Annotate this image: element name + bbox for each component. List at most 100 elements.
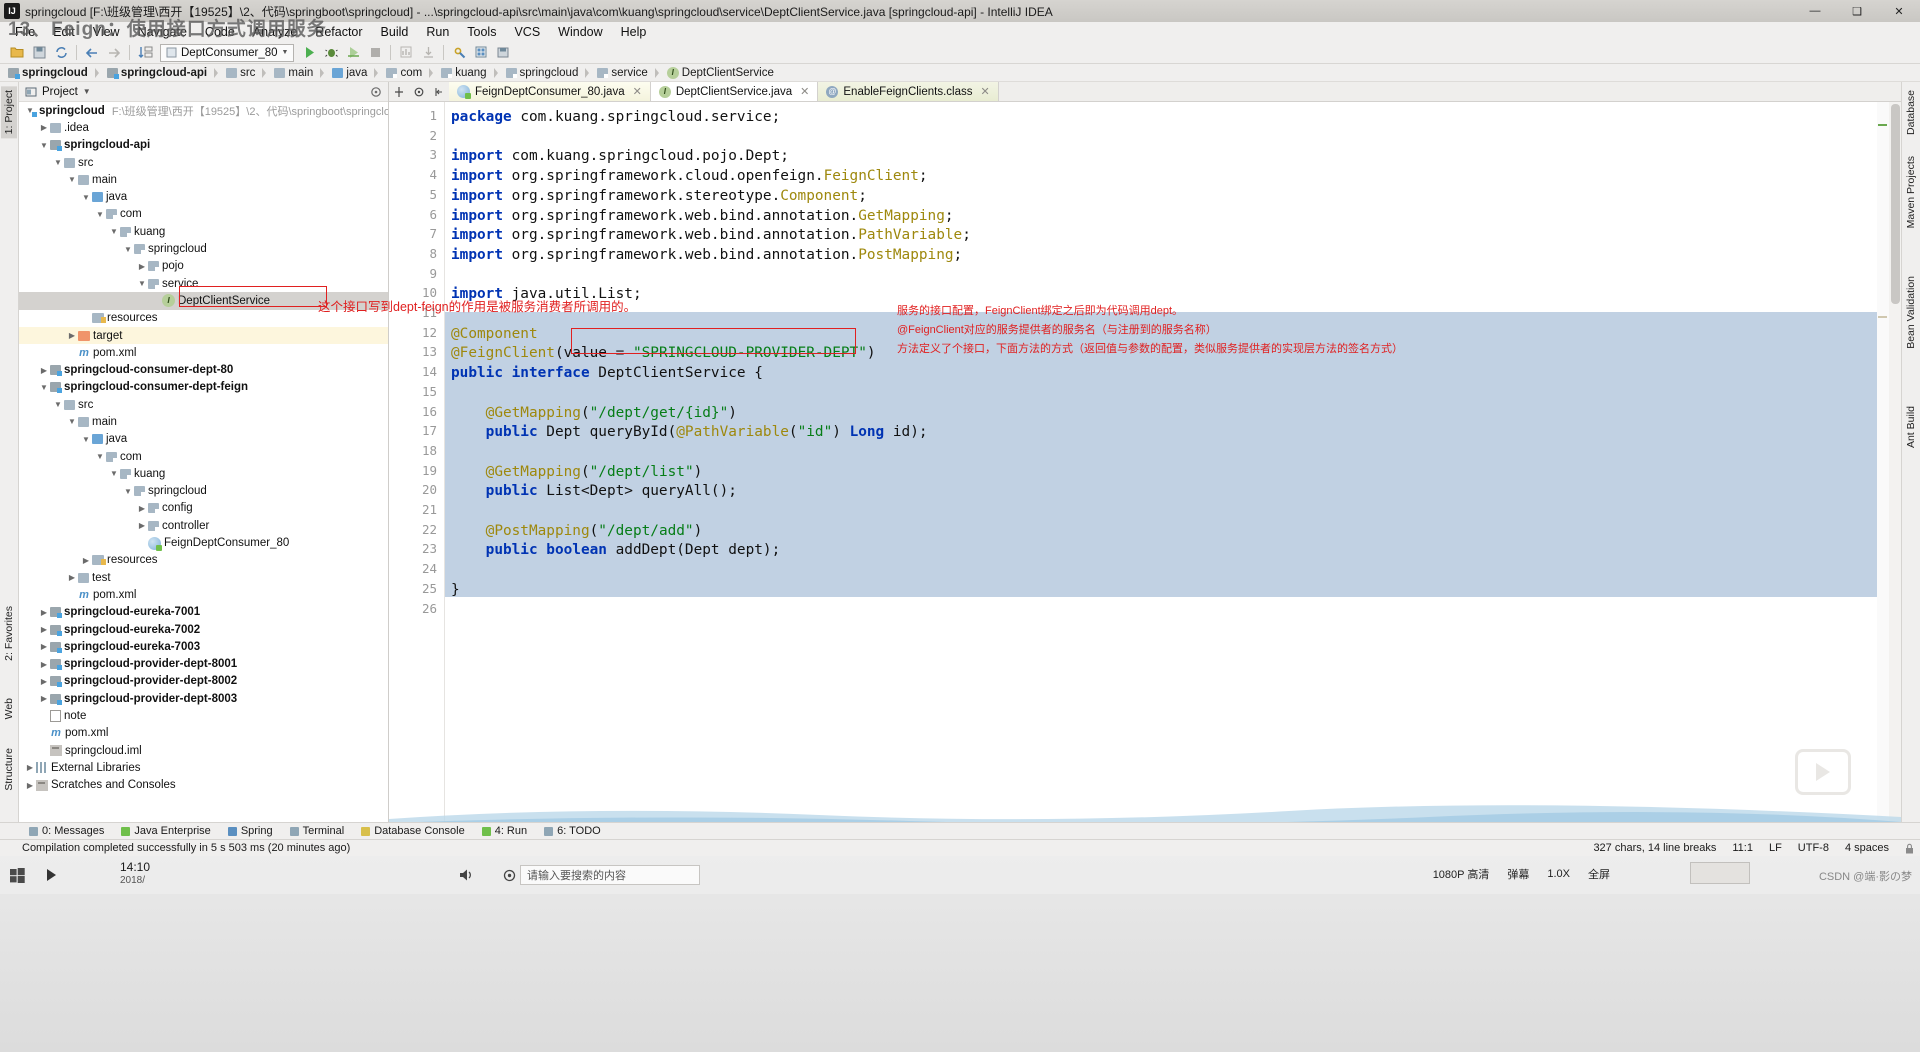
- rail-tab-project[interactable]: 1: Project: [1, 86, 17, 139]
- chevron-down-icon[interactable]: ▼: [66, 175, 78, 184]
- menu-item-refactor[interactable]: Refactor: [306, 22, 371, 42]
- volume-icon[interactable]: [450, 860, 484, 890]
- tree-node-kuang[interactable]: ▼ kuang: [19, 223, 388, 240]
- tree-node-springcloud[interactable]: ▼ springcloud: [19, 483, 388, 500]
- open-folder-icon[interactable]: [6, 43, 28, 63]
- menu-item-file[interactable]: File: [6, 22, 44, 42]
- bottom-tab-4-run[interactable]: 4: Run: [475, 825, 534, 837]
- status-caret-position[interactable]: 11:1: [1732, 842, 1753, 854]
- tree-node-deptclientservice[interactable]: I DeptClientService: [19, 292, 388, 310]
- maximize-button[interactable]: ❑: [1836, 0, 1878, 22]
- breadcrumb-item-springcloud[interactable]: springcloud: [8, 67, 105, 79]
- tree-node-springcloud[interactable]: ▼ springcloud F:\班级管理\西开【19525】\2、代码\sprin…: [19, 102, 388, 119]
- run-icon[interactable]: [298, 43, 320, 63]
- chevron-right-icon[interactable]: ▶: [80, 556, 92, 565]
- editor-vertical-scrollbar[interactable]: [1889, 102, 1901, 827]
- chevron-right-icon[interactable]: ▶: [38, 660, 50, 669]
- chevron-right-icon[interactable]: ▶: [38, 694, 50, 703]
- close-icon[interactable]: ✕: [633, 85, 642, 98]
- project-tree[interactable]: ▼ springcloud F:\班级管理\西开【19525】\2、代码\sprin…: [19, 102, 388, 826]
- tree-node-java[interactable]: ▼ java: [19, 431, 388, 448]
- search-input[interactable]: 请输入要搜索的内容: [520, 865, 700, 885]
- tree-node-springcloud-consumer-dept-80[interactable]: ▶ springcloud-consumer-dept-80: [19, 361, 388, 378]
- breadcrumb-item-springcloud[interactable]: springcloud: [505, 67, 596, 79]
- profiler-icon[interactable]: [395, 43, 417, 63]
- tree-node-resources[interactable]: ▶ resources: [19, 552, 388, 569]
- quality-1080p[interactable]: 1080P 高清: [1433, 866, 1490, 882]
- tree-node-com[interactable]: ▼ com: [19, 448, 388, 465]
- tree-node-springcloud-eureka-7001[interactable]: ▶ springcloud-eureka-7001: [19, 604, 388, 621]
- run-configuration-selector[interactable]: DeptConsumer_80 ▼: [160, 43, 295, 62]
- quality-fullscreen[interactable]: 全屏: [1588, 866, 1610, 882]
- status-line-separator[interactable]: LF: [1769, 842, 1782, 854]
- menu-item-run[interactable]: Run: [417, 22, 458, 42]
- save-all-icon[interactable]: [28, 43, 50, 63]
- editor-tab-deptclientservice[interactable]: I DeptClientService.java ✕: [650, 82, 819, 101]
- bottom-tab-6-todo[interactable]: 6: TODO: [537, 825, 608, 837]
- quality-speed[interactable]: 1.0X: [1547, 868, 1570, 880]
- tree-node-springcloud[interactable]: ▼ springcloud: [19, 240, 388, 257]
- code-editor[interactable]: 1 2 3 4 5 6 7 8 9 10 11 12 13 14 15 16 17 18 19 20 21 22 23 24 2…: [389, 102, 1901, 827]
- bottom-tab-java-enterprise[interactable]: Java Enterprise: [114, 825, 217, 837]
- breadcrumb-item-src[interactable]: src: [226, 67, 272, 79]
- breadcrumb-item-service[interactable]: service: [597, 67, 664, 79]
- breadcrumb-item-java[interactable]: java: [332, 67, 384, 79]
- menu-item-help[interactable]: Help: [612, 22, 656, 42]
- chevron-down-icon[interactable]: ▼: [94, 210, 106, 219]
- debug-icon[interactable]: [320, 43, 342, 63]
- menu-item-window[interactable]: Window: [549, 22, 611, 42]
- tree-node-config[interactable]: ▶ config: [19, 500, 388, 517]
- rail-tab-database[interactable]: Database: [1903, 86, 1919, 139]
- tree-node-pom-xml[interactable]: m pom.xml: [19, 344, 388, 361]
- chevron-right-icon[interactable]: ▶: [38, 608, 50, 617]
- menu-item-vcs[interactable]: VCS: [505, 22, 549, 42]
- forward-icon[interactable]: [103, 43, 125, 63]
- close-icon[interactable]: ✕: [800, 85, 809, 98]
- bottom-tab-spring[interactable]: Spring: [221, 825, 280, 837]
- tree-node-external-libraries[interactable]: ▶ External Libraries: [19, 759, 388, 776]
- tree-node-resources[interactable]: resources: [19, 310, 388, 327]
- tree-node-pojo[interactable]: ▶ pojo: [19, 258, 388, 275]
- save-icon[interactable]: [492, 43, 514, 63]
- tree-node-springcloud-iml[interactable]: springcloud.iml: [19, 742, 388, 759]
- stop-icon[interactable]: [364, 43, 386, 63]
- editor-tab-feigndeptconsumer[interactable]: FeignDeptConsumer_80.java ✕: [449, 82, 651, 101]
- chevron-down-icon[interactable]: ▼: [108, 469, 120, 478]
- menu-item-view[interactable]: View: [84, 22, 129, 42]
- scrollbar-thumb[interactable]: [1891, 104, 1900, 304]
- menu-item-tools[interactable]: Tools: [458, 22, 505, 42]
- close-button[interactable]: ✕: [1878, 0, 1920, 22]
- tab-settings-gear-icon[interactable]: [409, 82, 429, 101]
- breadcrumb-item-com[interactable]: com: [386, 67, 439, 79]
- play-icon[interactable]: [34, 860, 68, 890]
- run-coverage-icon[interactable]: [342, 43, 364, 63]
- hide-tabs-icon[interactable]: [429, 82, 449, 101]
- menu-item-code[interactable]: Code: [196, 22, 244, 42]
- chevron-right-icon[interactable]: ▶: [38, 123, 50, 132]
- chevron-down-icon[interactable]: ▼: [80, 193, 92, 202]
- tree-node-test[interactable]: ▶ test: [19, 569, 388, 586]
- chevron-right-icon[interactable]: ▶: [136, 504, 148, 513]
- tree-node-springcloud-api[interactable]: ▼ springcloud-api: [19, 137, 388, 154]
- bottom-tab-0-messages[interactable]: 0: Messages: [22, 825, 111, 837]
- code-content[interactable]: package com.kuang.springcloud.service; im…: [445, 102, 1901, 827]
- chevron-right-icon[interactable]: ▶: [136, 262, 148, 271]
- tree-node-note[interactable]: note: [19, 707, 388, 724]
- chevron-down-icon[interactable]: ▼: [122, 487, 134, 496]
- tree-node-java[interactable]: ▼ java: [19, 188, 388, 205]
- chevron-right-icon[interactable]: ▶: [66, 331, 78, 340]
- marker-green[interactable]: [1878, 124, 1887, 126]
- tree-node-springcloud-provider-dept-8001[interactable]: ▶ springcloud-provider-dept-8001: [19, 656, 388, 673]
- tree-node-springcloud-provider-dept-8003[interactable]: ▶ springcloud-provider-dept-8003: [19, 690, 388, 707]
- settings-gear-icon[interactable]: [370, 86, 382, 98]
- settings-icon[interactable]: [448, 43, 470, 63]
- tree-node--idea[interactable]: ▶ .idea: [19, 119, 388, 136]
- tree-node-kuang[interactable]: ▼ kuang: [19, 465, 388, 482]
- chevron-down-icon[interactable]: ▼: [52, 158, 64, 167]
- chevron-right-icon[interactable]: ▶: [24, 763, 36, 772]
- tree-node-scratches-and-consoles[interactable]: ▶ Scratches and Consoles: [19, 777, 388, 794]
- tree-node-springcloud-consumer-dept-feign[interactable]: ▼ springcloud-consumer-dept-feign: [19, 379, 388, 396]
- tree-node-src[interactable]: ▼ src: [19, 154, 388, 171]
- bottom-tab-terminal[interactable]: Terminal: [283, 825, 352, 837]
- sort-icon[interactable]: [134, 43, 156, 63]
